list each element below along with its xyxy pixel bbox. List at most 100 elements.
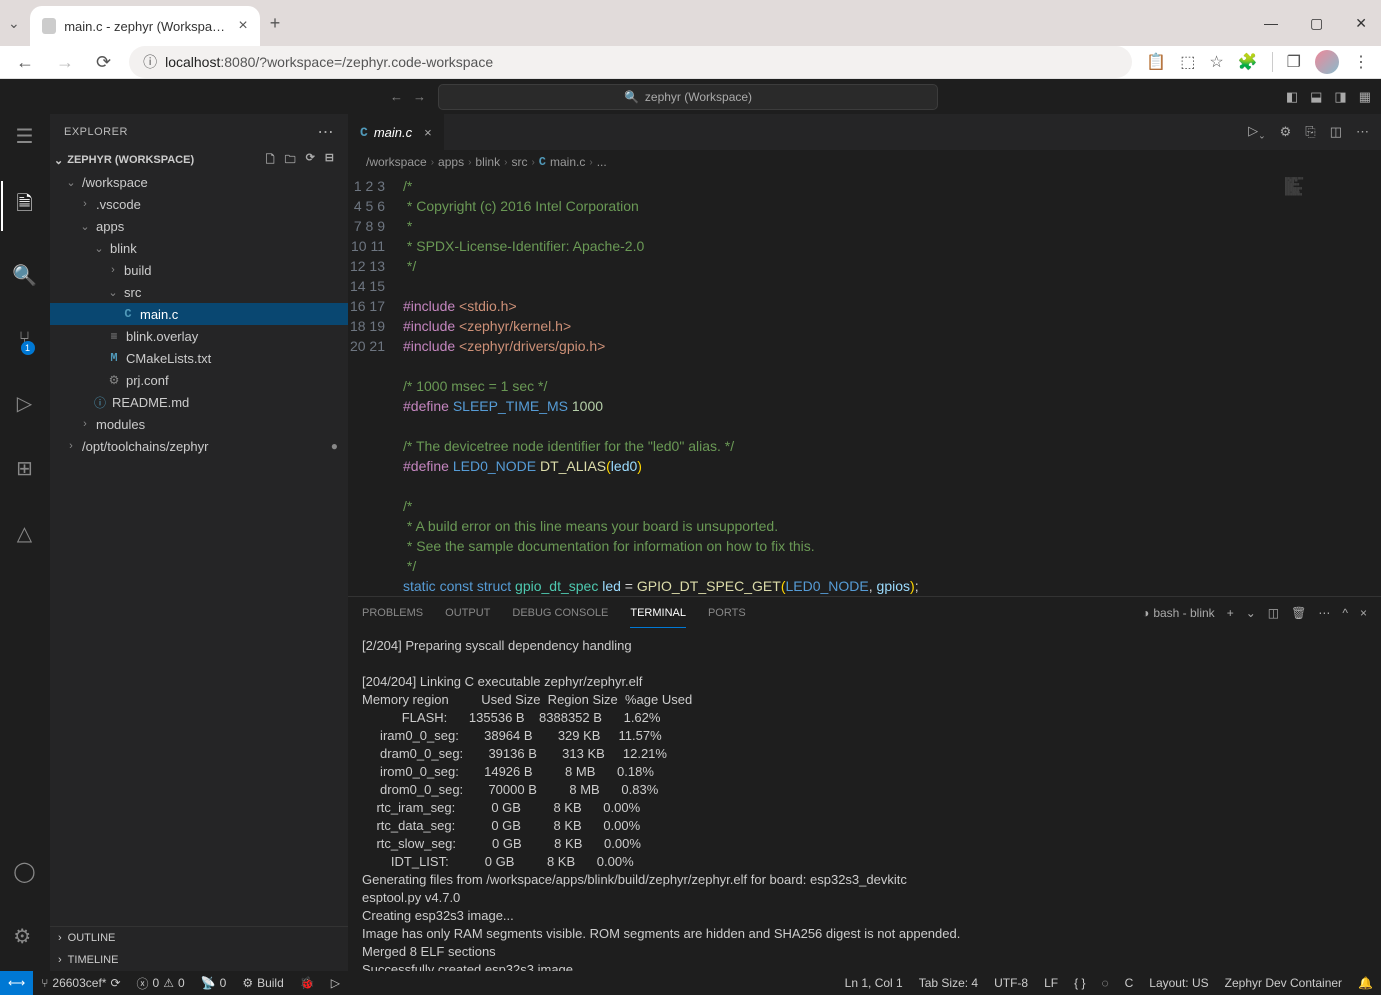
minimap[interactable]: ████ ████ ████ ██ ████ ██ ████ ██ ██████… [1281, 174, 1381, 596]
split-editor-icon[interactable]: ◫ [1330, 124, 1342, 140]
close-icon[interactable]: × [238, 17, 247, 35]
refresh-icon[interactable]: ⟳ [306, 151, 315, 170]
command-center[interactable]: 🔍 zephyr (Workspace) [438, 84, 938, 110]
nav-back-button[interactable]: ← [12, 48, 38, 77]
tree-folder-build[interactable]: ›build [50, 259, 348, 281]
status-encoding[interactable]: UTF-8 [986, 976, 1036, 990]
extensions-activity-icon[interactable]: ⊞ [16, 448, 33, 489]
site-info-icon[interactable]: ⓘ [143, 52, 157, 72]
close-tab-icon[interactable]: × [424, 125, 432, 140]
layout-right-icon[interactable]: ◨ [1334, 89, 1346, 105]
panel-more-icon[interactable]: ⋯ [1318, 606, 1330, 620]
timeline-section[interactable]: ›TIMELINE [50, 949, 348, 971]
tree-folder-modules[interactable]: ›modules [50, 413, 348, 435]
tree-file-overlay[interactable]: ≡blink.overlay [50, 325, 348, 347]
code-content[interactable]: /* * Copyright (c) 2016 Intel Corporatio… [403, 174, 1281, 596]
panel-tab-output[interactable]: OUTPUT [445, 599, 490, 627]
close-window-button[interactable]: ✕ [1349, 15, 1373, 32]
close-panel-icon[interactable]: × [1360, 606, 1367, 620]
panel-tab-debug[interactable]: DEBUG CONSOLE [512, 599, 608, 627]
status-eol[interactable]: LF [1036, 976, 1066, 990]
tree-folder-toolchain[interactable]: ›/opt/toolchains/zephyr● [50, 435, 348, 457]
panel-tab-terminal[interactable]: TERMINAL [630, 599, 686, 628]
bookmark-icon[interactable]: ☆ [1209, 52, 1223, 72]
reload-button[interactable]: ⟳ [92, 48, 115, 77]
extensions-icon[interactable]: 🧩 [1238, 52, 1258, 72]
menu-icon[interactable]: ☰ [16, 116, 34, 157]
browser-tab[interactable]: main.c - zephyr (Workspace) - c × [30, 6, 260, 46]
status-ports[interactable]: 📡0 [193, 971, 235, 995]
new-terminal-button[interactable]: + [1227, 606, 1234, 620]
status-braces[interactable]: { } [1066, 976, 1093, 990]
tree-file-main-c[interactable]: Cmain.c [50, 303, 348, 325]
tree-folder-blink[interactable]: ⌄blink [50, 237, 348, 259]
status-layout[interactable]: Layout: US [1141, 976, 1216, 990]
status-remote-name[interactable]: Zephyr Dev Container [1217, 976, 1350, 990]
outline-section[interactable]: ›OUTLINE [50, 927, 348, 949]
status-debug[interactable]: 🐞 [292, 971, 323, 995]
maximize-panel-icon[interactable]: ^ [1342, 606, 1348, 620]
nav-forward-button[interactable]: → [52, 48, 78, 77]
editor-nav-back[interactable]: ← [390, 89, 403, 104]
editor-tab-bar: C main.c × ▷⌄ ⚙ ⎘ ◫ ⋯ [348, 114, 1381, 150]
account-icon[interactable]: ◯ [13, 851, 35, 892]
explorer-more-icon[interactable]: ⋯ [318, 122, 335, 142]
remote-indicator[interactable]: ⟷ [0, 971, 33, 995]
status-notifications[interactable]: 🔔 [1350, 976, 1381, 990]
maximize-button[interactable]: ▢ [1304, 15, 1329, 32]
code-editor[interactable]: 1 2 3 4 5 6 7 8 9 10 11 12 13 14 15 16 1… [348, 174, 1381, 596]
search-activity-icon[interactable]: 🔍 [12, 255, 37, 296]
editor-more-icon[interactable]: ⋯ [1356, 124, 1369, 140]
zephyr-icon[interactable]: △ [17, 513, 32, 554]
editor-settings-icon[interactable]: ⚙ [1280, 124, 1292, 140]
status-build[interactable]: ⚙Build [234, 971, 291, 995]
install-icon[interactable]: ⬚ [1180, 52, 1195, 72]
settings-gear-icon[interactable]: ⚙ [13, 916, 35, 957]
tab-search-icon[interactable]: ⌄ [8, 15, 20, 32]
compare-icon[interactable]: ⎘ [1305, 124, 1315, 140]
status-problems[interactable]: ⓧ0⚠0 [129, 971, 193, 995]
scm-icon[interactable]: ⑂1 [19, 320, 31, 359]
kill-terminal-icon[interactable]: 🗑 [1291, 606, 1306, 620]
status-run-target[interactable]: ▷ [323, 971, 348, 995]
tree-file-readme[interactable]: ⓘREADME.md [50, 391, 348, 413]
new-file-icon[interactable]: 🗋 [266, 151, 275, 170]
new-tab-button[interactable]: + [270, 13, 281, 34]
layout-customize-icon[interactable]: ▦ [1359, 89, 1371, 105]
status-lang-check[interactable]: ◌ [1093, 976, 1116, 990]
tree-folder-src[interactable]: ⌄src [50, 281, 348, 303]
browser-menu-icon[interactable]: ⋮ [1353, 52, 1369, 72]
clipboard-icon[interactable]: 📋 [1146, 52, 1166, 72]
run-button[interactable]: ▷⌄ [1248, 123, 1266, 142]
status-language[interactable]: C [1117, 976, 1142, 990]
breadcrumb[interactable]: /workspace› apps› blink› src› Cmain.c› .… [348, 150, 1381, 174]
tree-folder-apps[interactable]: ⌄apps [50, 215, 348, 237]
tree-file-cmake[interactable]: MCMakeLists.txt [50, 347, 348, 369]
workspace-name: ZEPHYR (WORKSPACE) [67, 154, 194, 166]
terminal-shell-indicator[interactable]: ◑bash - blink [1142, 606, 1215, 620]
new-folder-icon[interactable]: 🗀 [285, 151, 296, 170]
layout-bottom-icon[interactable]: ⬓ [1310, 89, 1322, 105]
minimize-button[interactable]: — [1258, 15, 1284, 32]
layout-left-icon[interactable]: ◧ [1286, 89, 1298, 105]
tree-folder-vscode[interactable]: ›.vscode [50, 193, 348, 215]
terminal-dropdown-icon[interactable]: ⌄ [1246, 606, 1256, 620]
split-terminal-icon[interactable]: ◫ [1268, 606, 1279, 620]
panel-tab-problems[interactable]: PROBLEMS [362, 599, 423, 627]
status-branch[interactable]: ⑂26603cef*⟳ [33, 971, 128, 995]
collapse-icon[interactable]: ⊟ [325, 151, 334, 170]
tree-folder-workspace[interactable]: ⌄/workspace [50, 171, 348, 193]
profile-avatar[interactable] [1315, 50, 1339, 74]
tree-file-prj[interactable]: ⚙prj.conf [50, 369, 348, 391]
url-input[interactable]: ⓘ localhost:8080/?workspace=/zephyr.code… [129, 46, 1132, 78]
editor-tab-main-c[interactable]: C main.c × [348, 114, 445, 150]
debug-icon[interactable]: ▷ [17, 383, 32, 424]
status-tab-size[interactable]: Tab Size: 4 [911, 976, 986, 990]
workspace-section-header[interactable]: ⌄ ZEPHYR (WORKSPACE) 🗋 🗀 ⟳ ⊟ [50, 149, 348, 171]
terminal-content[interactable]: [2/204] Preparing syscall dependency han… [348, 629, 1381, 971]
explorer-icon[interactable]: 🗎 [16, 181, 32, 231]
editor-nav-forward[interactable]: → [413, 89, 426, 104]
side-panel-icon[interactable]: ❐ [1287, 52, 1301, 72]
status-cursor[interactable]: Ln 1, Col 1 [837, 976, 911, 990]
panel-tab-ports[interactable]: PORTS [708, 599, 746, 627]
